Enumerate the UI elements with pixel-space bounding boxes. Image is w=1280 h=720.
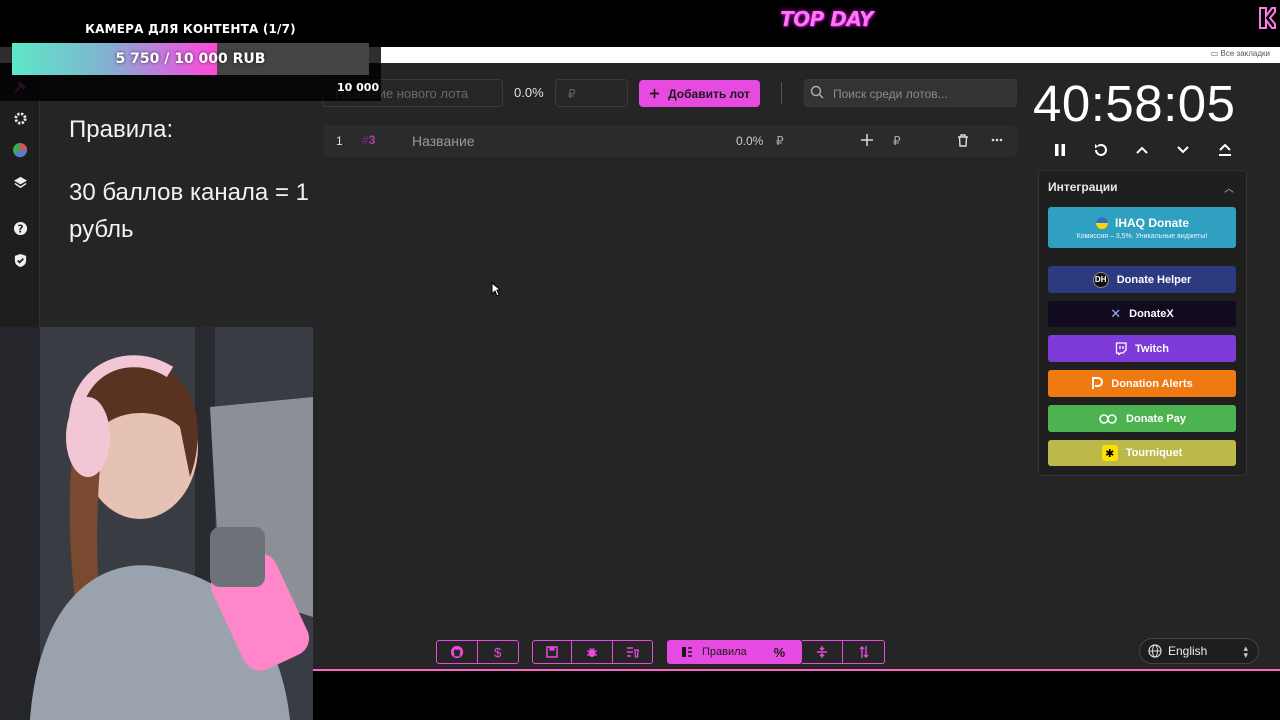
github-icon[interactable]	[437, 641, 478, 663]
auction-timer: 40:58:05	[1033, 75, 1236, 132]
search-icon	[810, 85, 824, 99]
globe-icon	[1148, 644, 1162, 658]
svg-text:?: ?	[17, 223, 23, 235]
lot-fast-icon: #	[362, 133, 369, 147]
donate-pay-logo-icon	[1099, 413, 1117, 424]
goal-progress-text: 5 750 / 10 000 RUB	[115, 51, 266, 67]
screen: TOP DAY ▭ Все закладки ? Название нового…	[0, 0, 1280, 720]
percent-icon[interactable]: %	[774, 645, 786, 660]
add-lot-button[interactable]: Добавить лот	[639, 80, 760, 107]
tourniquet-button[interactable]: ✱ Tourniquet	[1048, 440, 1236, 466]
integrations-title: Интеграции	[1048, 180, 1118, 194]
new-lot-percent: 0.0%	[514, 85, 544, 100]
overlay-bottom-bar	[313, 671, 1280, 720]
bug-icon[interactable]	[572, 641, 613, 663]
toolbar-divider	[781, 82, 782, 104]
donation-alerts-button[interactable]: Donation Alerts	[1048, 370, 1236, 397]
add-lot-label: Добавить лот	[668, 86, 750, 101]
more-options-icon[interactable]	[988, 131, 1006, 149]
donation-alerts-logo-icon	[1092, 377, 1104, 389]
collapse-chevron-icon[interactable]: ︿	[1224, 180, 1234, 195]
tourniquet-logo-icon: ✱	[1101, 445, 1118, 461]
twitch-logo-icon	[1115, 342, 1127, 355]
donatex-label: DonateX	[1129, 308, 1174, 320]
rules-button-label: Правила	[702, 646, 747, 658]
donate-helper-button[interactable]: DH Donate Helper	[1048, 266, 1236, 293]
save-icon[interactable]	[533, 641, 572, 663]
split-icon[interactable]	[802, 641, 843, 663]
goal-progress-bar: 5 750 / 10 000 RUB	[12, 43, 369, 75]
lot-percent: 0.0%	[736, 134, 764, 148]
reset-icon[interactable]	[1091, 140, 1111, 160]
toolbar-group-links: $	[436, 640, 519, 664]
new-lot-amount-input[interactable]: ₽	[555, 79, 628, 107]
lot-add-amount-input[interactable]: ₽	[893, 134, 901, 148]
language-label: English	[1168, 644, 1208, 658]
chevron-up-icon[interactable]	[1132, 140, 1152, 160]
ihaq-donate-button[interactable]: IHAQ Donate Комиссия – 3,5%. Уникальные …	[1048, 207, 1236, 248]
ihaq-subtitle: Комиссия – 3,5%. Уникальные виджеты!	[1076, 232, 1208, 240]
twitch-label: Twitch	[1134, 342, 1169, 355]
donate-helper-label: Donate Helper	[1116, 273, 1192, 286]
lot-number: 1	[336, 134, 343, 148]
donation-alerts-label: Donation Alerts	[1111, 377, 1193, 390]
chevron-down-icon[interactable]	[1173, 140, 1193, 160]
ihaq-label: IHAQ Donate	[1114, 215, 1189, 230]
donate-pay-button[interactable]: Donate Pay	[1048, 405, 1236, 432]
language-select[interactable]: English ▴ ▾	[1139, 638, 1259, 664]
webcam-feed	[0, 327, 313, 720]
shield-check-icon[interactable]	[11, 251, 29, 269]
donate-helper-logo-icon: DH	[1092, 271, 1109, 288]
updown-caret-icon: ▴ ▾	[1243, 643, 1248, 660]
sort-icon[interactable]	[843, 641, 884, 663]
goal-title: КАМЕРА ДЛЯ КОНТЕНТА (1/7)	[85, 22, 296, 36]
help-icon[interactable]: ?	[11, 219, 29, 237]
tourniquet-label: Tourniquet	[1125, 447, 1183, 459]
sidebar	[0, 63, 40, 333]
toolbar-group-sort	[802, 640, 885, 664]
webcam-image	[0, 327, 313, 720]
pie-chart-icon[interactable]	[11, 141, 29, 159]
lot-add-icon[interactable]	[858, 131, 876, 149]
dollar-icon[interactable]: $	[478, 641, 519, 663]
all-bookmarks-link[interactable]: ▭ Все закладки	[1211, 49, 1270, 58]
corner-logo-icon	[1259, 7, 1276, 29]
mouse-cursor-icon	[491, 282, 501, 297]
trash-icon[interactable]	[954, 131, 972, 149]
twitch-button[interactable]: Twitch	[1048, 335, 1236, 362]
brand-logo: TOP DAY	[780, 7, 874, 31]
goal-target-label: 10 000	[337, 81, 380, 94]
rules-overlay: Правила: 30 баллов канала = 1 рубль	[69, 111, 319, 248]
lot-fast-index: #3	[362, 133, 376, 147]
donate-pay-label: Donate Pay	[1126, 412, 1186, 425]
donatex-button[interactable]: ✕ DonateX	[1048, 301, 1236, 327]
pause-icon[interactable]	[1050, 140, 1070, 160]
rules-button[interactable]: Правила %	[667, 640, 802, 664]
gear-icon[interactable]	[11, 109, 29, 127]
rules-text: 30 баллов канала = 1 рубль	[69, 179, 309, 243]
toolbar-group-tools	[532, 640, 653, 664]
double-chevron-up-icon[interactable]	[1215, 140, 1235, 160]
rules-title: Правила:	[69, 116, 174, 143]
lot-name-input[interactable]: Название	[412, 133, 475, 149]
layers-icon[interactable]	[11, 173, 29, 191]
rules-list-icon	[682, 647, 692, 657]
x-logo-icon: ✕	[1110, 306, 1122, 321]
plus-icon	[649, 88, 660, 99]
clear-list-icon[interactable]	[613, 641, 652, 663]
lot-search-input[interactable]: Поиск среди лотов...	[804, 79, 1017, 107]
lot-amount-input[interactable]: ₽	[776, 134, 784, 148]
ihaq-logo-icon	[1095, 216, 1108, 229]
